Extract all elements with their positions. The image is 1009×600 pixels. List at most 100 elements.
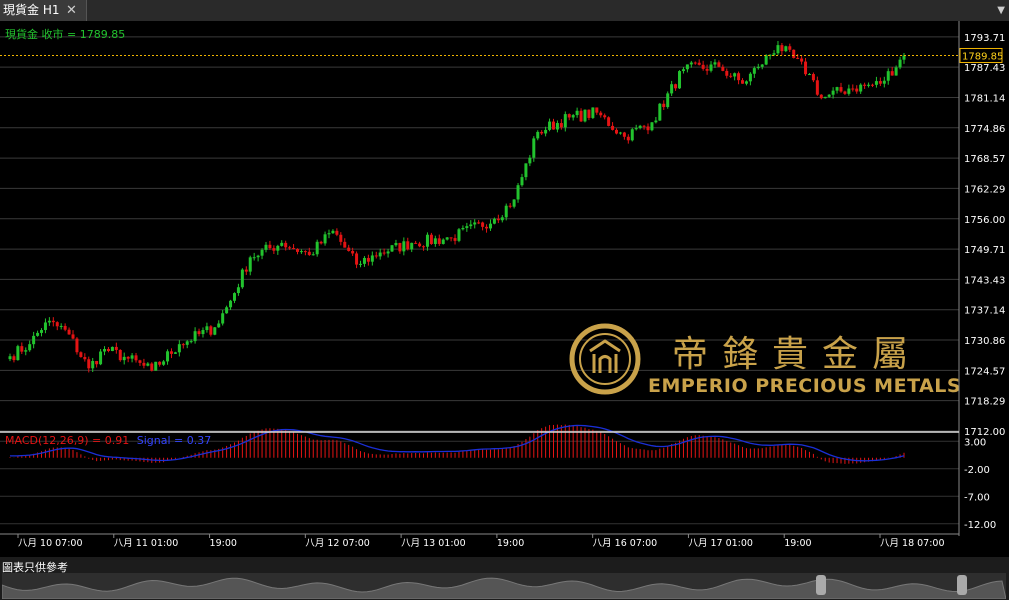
candle-body: [760, 64, 764, 67]
time-tick-label: 八月 17 01:00: [688, 538, 753, 549]
candle-body: [386, 251, 390, 254]
candle-body: [579, 110, 583, 122]
candle-body: [433, 238, 437, 244]
candle-body: [229, 300, 233, 308]
time-tick-label: 八月 13 01:00: [401, 538, 466, 549]
candle-body: [28, 344, 32, 351]
price-tick-label: 1718.29: [964, 397, 1005, 408]
candle-body: [339, 234, 343, 242]
candle-body: [721, 66, 725, 71]
candle-body: [260, 249, 264, 256]
candle-body: [626, 136, 630, 141]
candle-body: [544, 129, 548, 134]
candle-body: [292, 248, 296, 250]
candle: [607, 116, 611, 127]
price-chart[interactable]: 帝鋒貴金屬EMPERIO PRECIOUS METALS 1793.71 1787…: [0, 21, 1009, 557]
candle-body: [71, 334, 75, 339]
chevron-down-icon[interactable]: ▼: [997, 0, 1005, 21]
candle-body: [16, 346, 20, 361]
close-icon[interactable]: ✕: [66, 0, 77, 21]
candle-body: [878, 81, 882, 84]
candle-body: [874, 81, 878, 85]
candle-body: [343, 241, 347, 248]
candle: [390, 244, 394, 252]
candle-body: [445, 237, 449, 240]
candle-body: [587, 109, 591, 118]
candle-body: [902, 55, 906, 60]
candle-body: [276, 245, 280, 251]
candle-body: [890, 71, 894, 76]
candle: [213, 326, 217, 336]
candle-body: [110, 346, 114, 352]
candle-body: [804, 61, 808, 75]
candle-body: [441, 239, 445, 244]
candle-body: [741, 80, 745, 84]
candle-body: [213, 327, 217, 335]
candle-body: [331, 230, 335, 234]
candle: [678, 70, 682, 89]
candle-body: [351, 250, 355, 254]
candle-body: [256, 255, 260, 258]
candle-body: [583, 109, 587, 122]
candle-body: [863, 84, 867, 86]
candle-body: [410, 242, 414, 250]
candle-body: [666, 93, 670, 108]
candle-body: [709, 64, 713, 71]
candle: [591, 107, 595, 119]
candle-body: [646, 126, 650, 131]
candle-body: [485, 226, 489, 229]
time-tick-label: 19:00: [210, 538, 237, 549]
price-tick-label: 1756.00: [964, 215, 1005, 226]
candle-body: [697, 62, 701, 65]
price-tick-label: 1749.71: [964, 245, 1005, 256]
candle-body: [303, 251, 307, 253]
scrollbar-handle-right[interactable]: [957, 575, 967, 595]
candle-body: [406, 241, 410, 250]
candle-body: [177, 344, 181, 353]
candle: [154, 361, 158, 371]
candle-body: [835, 87, 839, 91]
watermark-english-name: EMPERIO PRECIOUS METALS: [648, 375, 961, 397]
chart-scrollbar[interactable]: [2, 573, 1006, 599]
candle-body: [181, 344, 185, 346]
candle-body: [776, 45, 780, 54]
candle-body: [126, 356, 130, 359]
candle-body: [882, 80, 886, 84]
candle-body: [492, 218, 496, 224]
candle-body: [469, 224, 473, 227]
candle-body: [63, 325, 67, 330]
candle-body: [477, 222, 481, 224]
candle-body: [764, 55, 768, 65]
candle-body: [299, 251, 303, 253]
scrollbar-handle-left[interactable]: [816, 575, 826, 595]
candle-body: [886, 71, 890, 81]
candle-body: [555, 123, 559, 130]
candle-body: [496, 218, 500, 221]
candle-body: [24, 350, 28, 352]
macd-tick-label: -2.00: [964, 465, 990, 476]
candle-body: [284, 242, 288, 248]
candle-body: [867, 84, 871, 86]
chart-tab[interactable]: 現貨金 H1 ✕: [0, 0, 87, 21]
candle-body: [394, 242, 398, 246]
candle-body: [748, 73, 752, 82]
candle-body: [347, 247, 351, 251]
candle-body: [894, 67, 898, 76]
time-tick-label: 八月 12 07:00: [305, 538, 370, 549]
candle: [315, 239, 319, 257]
candle-body: [630, 129, 634, 141]
candle-body: [713, 62, 717, 65]
candle-body: [414, 242, 418, 244]
chart-background: [0, 21, 1009, 557]
candle-body: [378, 252, 382, 257]
candle-body: [87, 359, 91, 369]
watermark-chinese-name: 帝鋒貴金屬: [672, 334, 922, 375]
candle-body: [122, 356, 126, 361]
candle-body: [138, 360, 142, 363]
candle-body: [595, 107, 599, 113]
candle-body: [221, 313, 225, 324]
candle-body: [307, 251, 311, 255]
candle-body: [847, 88, 851, 94]
candle: [630, 127, 634, 142]
candle-body: [516, 185, 520, 200]
